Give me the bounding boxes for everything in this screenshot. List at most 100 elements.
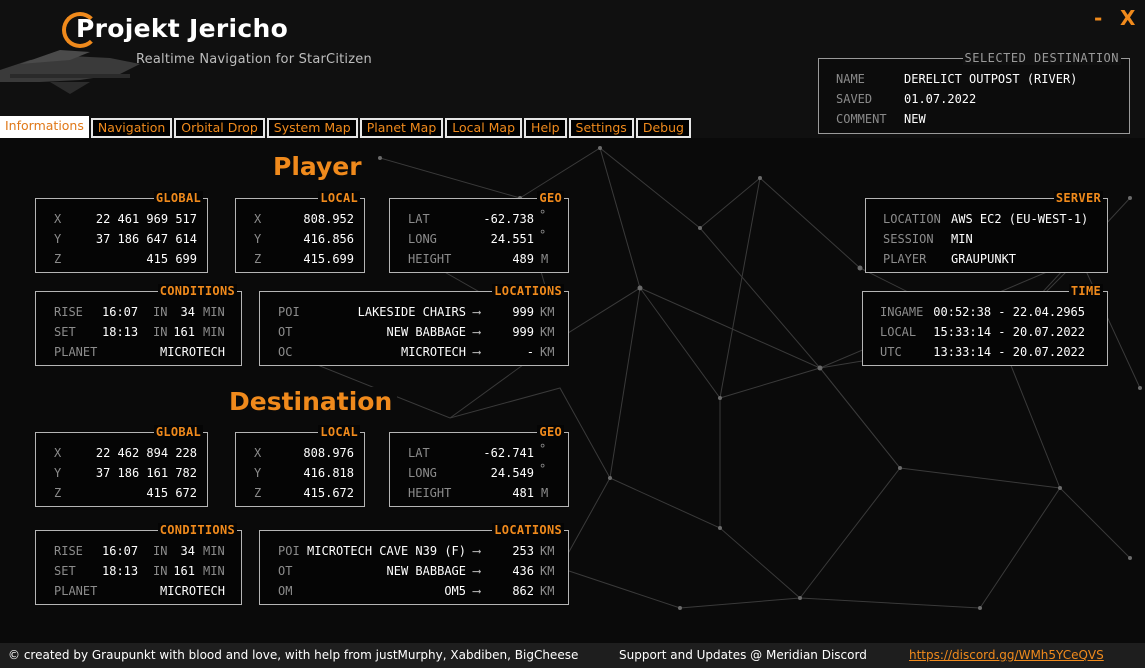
oc-label: OC xyxy=(278,345,293,359)
z-label: Z xyxy=(54,486,62,500)
set-in-value: 161 xyxy=(173,564,195,578)
long-label: LONG xyxy=(408,232,437,246)
arrow-right-icon: ⟶ xyxy=(473,584,481,598)
panel-title: LOCATIONS xyxy=(492,284,564,298)
panel-title: GEO xyxy=(537,191,564,205)
app-subtitle: Realtime Navigation for StarCitizen xyxy=(136,52,372,67)
player-locations-panel: LOCATIONS POI LAKESIDE CHAIRS ⟶ 999 KM OT NEW… xyxy=(259,284,569,366)
set-label: SET xyxy=(54,564,76,578)
planet-label: PLANET xyxy=(54,584,98,598)
lat-label: LAT xyxy=(408,446,430,460)
panel-title: TIME xyxy=(1068,284,1103,298)
tab-local-map[interactable]: Local Map xyxy=(445,118,523,138)
tab-orbital-drop[interactable]: Orbital Drop xyxy=(174,118,265,138)
om-name: OM5 xyxy=(444,584,466,598)
local-y-value: 416.818 xyxy=(303,466,354,480)
destination-geo-panel: GEO LAT -62.741 ° LONG 24.549 ° HEIGHT 481 M xyxy=(389,425,569,507)
global-y-value: 37 186 647 614 xyxy=(95,232,197,246)
name-value: DERELICT OUTPOST (RIVER) xyxy=(904,72,1078,86)
tab-informations[interactable]: Informations xyxy=(0,116,89,138)
km-unit: KM xyxy=(540,345,555,359)
ot-label: OT xyxy=(278,325,293,339)
panel-title: GLOBAL xyxy=(153,425,203,439)
comment-value: NEW xyxy=(904,112,926,126)
z-label: Z xyxy=(54,252,62,266)
name-label: NAME xyxy=(836,72,865,86)
in-label: IN xyxy=(153,305,168,319)
height-value: 489 xyxy=(512,252,534,266)
height-value: 481 xyxy=(512,486,534,500)
km-unit: KM xyxy=(540,305,555,319)
tab-debug[interactable]: Debug xyxy=(635,118,691,138)
tab-settings[interactable]: Settings xyxy=(568,118,634,138)
x-label: X xyxy=(54,446,62,460)
server-panel: SERVER LOCATION AWS EC2 (EU-WEST-1) SESSI… xyxy=(865,191,1108,273)
set-value: 18:13 xyxy=(102,564,139,578)
global-z-value: 415 699 xyxy=(146,252,197,266)
om-distance: 862 xyxy=(512,584,534,598)
set-in-value: 161 xyxy=(173,325,195,339)
ingame-label: INGAME xyxy=(880,305,924,319)
local-x-value: 808.976 xyxy=(303,446,354,460)
local-z-value: 415.699 xyxy=(303,252,354,266)
poi-distance: 999 xyxy=(512,305,534,319)
poi-label: POI xyxy=(278,305,300,319)
oc-name: MICROTECH xyxy=(400,345,466,359)
minimize-button[interactable]: - xyxy=(1094,6,1102,30)
z-label: Z xyxy=(254,252,262,266)
session-label: SESSION xyxy=(883,232,934,246)
panel-title: LOCAL xyxy=(318,191,360,205)
arrow-right-icon: ⟶ xyxy=(473,564,481,578)
arrow-right-icon: ⟶ xyxy=(473,544,481,558)
arrow-right-icon: ⟶ xyxy=(473,345,481,359)
min-unit: MIN xyxy=(203,305,225,319)
ot-name: NEW BABBAGE xyxy=(386,564,466,578)
utc-time-value: 13:33:14 - 20.07.2022 xyxy=(933,345,1085,359)
saved-label: SAVED xyxy=(836,92,873,106)
tab-help[interactable]: Help xyxy=(524,118,567,138)
min-unit: MIN xyxy=(203,325,225,339)
tab-navigation[interactable]: Navigation xyxy=(90,118,173,138)
panel-title: CONDITIONS xyxy=(157,523,237,537)
y-label: Y xyxy=(254,466,262,480)
long-value: 24.551 xyxy=(490,232,534,246)
height-unit: M xyxy=(541,486,549,500)
long-label: LONG xyxy=(408,466,437,480)
x-label: X xyxy=(254,446,262,460)
in-label: IN xyxy=(153,544,168,558)
tab-planet-map[interactable]: Planet Map xyxy=(359,118,444,138)
global-y-value: 37 186 161 782 xyxy=(95,466,197,480)
player-section-title: Player xyxy=(268,152,367,181)
panel-title: GEO xyxy=(537,425,564,439)
destination-section-title: Destination xyxy=(224,387,398,416)
lat-value: -62.741 xyxy=(483,446,534,460)
min-unit: MIN xyxy=(203,544,225,558)
oc-distance: - xyxy=(526,345,534,359)
min-unit: MIN xyxy=(203,564,225,578)
y-label: Y xyxy=(54,466,62,480)
height-label: HEIGHT xyxy=(408,486,452,500)
saved-value: 01.07.2022 xyxy=(904,92,977,106)
panel-title: SERVER xyxy=(1053,191,1103,205)
long-unit: ° xyxy=(539,462,547,476)
planet-value: MICROTECH xyxy=(159,584,225,598)
poi-distance: 253 xyxy=(512,544,534,558)
destination-locations-panel: LOCATIONS POI MICROTECH CAVE N39 (F) ⟶ 253 K… xyxy=(259,523,569,605)
global-x-value: 22 461 969 517 xyxy=(95,212,197,226)
rise-label: RISE xyxy=(54,305,83,319)
discord-link[interactable]: https://discord.gg/WMh5YCeQVS xyxy=(909,648,1104,662)
planet-label: PLANET xyxy=(54,345,98,359)
height-unit: M xyxy=(541,252,549,266)
tab-system-map[interactable]: System Map xyxy=(266,118,358,138)
panel-title: LOCATIONS xyxy=(492,523,564,537)
set-label: SET xyxy=(54,325,76,339)
panel-title: LOCAL xyxy=(318,425,360,439)
y-label: Y xyxy=(254,232,262,246)
time-panel: TIME INGAME 00:52:38 - 22.04.2965 LOCAL 15… xyxy=(862,284,1108,366)
om-label: OM xyxy=(278,584,293,598)
y-label: Y xyxy=(54,232,62,246)
poi-label: POI xyxy=(278,544,300,558)
z-label: Z xyxy=(254,486,262,500)
close-button[interactable]: X xyxy=(1120,6,1135,30)
player-geo-panel: GEO LAT -62.738 ° LONG 24.551 ° HEIGHT 489 M xyxy=(389,191,569,273)
